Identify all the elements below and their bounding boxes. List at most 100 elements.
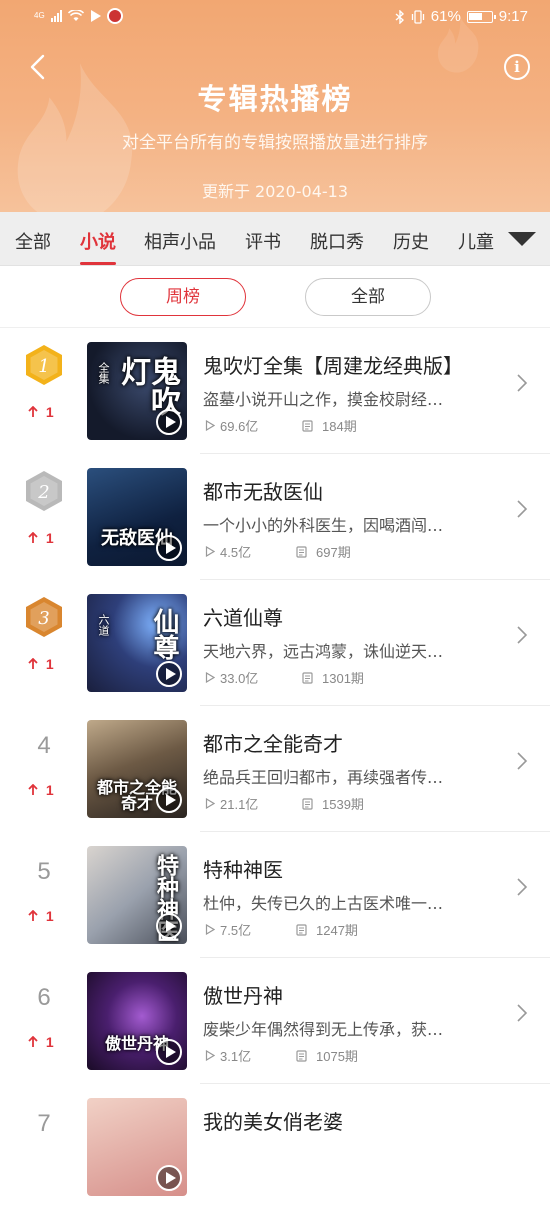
play-count-icon <box>205 1050 215 1061</box>
list-item[interactable]: 4 1 都市之全能奇才 都市之全能奇才 绝品兵王回归都市，再续强者传… 21.1亿… <box>0 706 550 832</box>
cover-subtitle: 六道 <box>97 614 110 636</box>
album-cover[interactable]: 特种神医 <box>87 846 187 944</box>
episode-count: 1075期 <box>296 1046 358 1065</box>
rank-trend: 1 <box>28 404 54 420</box>
network-type-label: 4G <box>34 11 45 20</box>
battery-percent: 61% <box>430 8 461 25</box>
play-icon[interactable] <box>156 1039 182 1065</box>
album-title: 都市无敌医仙 <box>203 480 323 504</box>
bluetooth-icon <box>395 9 404 24</box>
arrow-up-icon <box>28 784 38 795</box>
album-cover[interactable]: 全集 鬼吹灯 <box>87 342 187 440</box>
chevron-right-icon[interactable] <box>516 878 528 896</box>
tab-all[interactable]: 全部 <box>15 228 51 254</box>
play-icon[interactable] <box>156 787 182 813</box>
album-description: 杜仲，失传已久的上古医术唯一… <box>203 894 444 913</box>
update-date: 更新于 2020-04-13 <box>201 182 349 201</box>
svg-text:3: 3 <box>38 608 49 629</box>
episode-list-icon <box>296 1049 307 1062</box>
episode-count-value: 697期 <box>316 545 351 560</box>
album-description: 废柴少年偶然得到无上传承，获… <box>203 1020 444 1039</box>
triangle-down-icon[interactable] <box>508 232 536 246</box>
rank-number: 7 <box>37 1110 51 1137</box>
episode-list-icon <box>302 797 313 810</box>
play-count: 21.1亿 <box>205 794 258 813</box>
play-count: 4.5亿 <box>205 542 251 561</box>
episode-count: 1301期 <box>302 668 364 687</box>
rank-number: 5 <box>37 858 51 885</box>
play-count-icon <box>205 672 215 683</box>
chevron-right-icon[interactable] <box>516 500 528 518</box>
header-banner: 4G 61% 9:17 i 专辑热播榜 对全平台所有的专辑按照播放量进行排序 更… <box>0 0 550 212</box>
episode-count: 184期 <box>302 416 357 435</box>
play-count-icon <box>205 798 215 809</box>
tab-crosstalk[interactable]: 相声小品 <box>144 228 216 254</box>
tab-novel[interactable]: 小说 <box>80 228 116 254</box>
play-count-value: 33.0亿 <box>220 671 259 686</box>
cover-title: 仙尊 <box>149 608 179 660</box>
play-count-value: 21.1亿 <box>220 797 259 812</box>
chevron-right-icon[interactable] <box>516 1004 528 1022</box>
play-icon[interactable] <box>156 1165 182 1191</box>
trend-value: 1 <box>45 782 54 798</box>
tab-pingshu[interactable]: 评书 <box>245 228 281 254</box>
play-icon[interactable] <box>156 913 182 939</box>
chevron-right-icon[interactable] <box>516 626 528 644</box>
tab-talkshow[interactable]: 脱口秀 <box>310 228 364 254</box>
play-count-value: 4.5亿 <box>220 545 252 560</box>
active-tab-indicator <box>80 262 116 265</box>
arrow-up-icon <box>28 910 38 921</box>
episode-count-value: 1539期 <box>322 797 364 812</box>
album-title: 我的美女俏老婆 <box>203 1110 343 1134</box>
cell-signal-icon <box>50 10 62 22</box>
play-count-icon <box>205 924 215 935</box>
play-count: 7.5亿 <box>205 920 251 939</box>
play-icon[interactable] <box>156 661 182 687</box>
battery-icon <box>466 10 496 23</box>
play-count: 3.1亿 <box>205 1046 251 1065</box>
episode-count-value: 1247期 <box>316 923 358 938</box>
album-title: 鬼吹灯全集【周建龙经典版】 <box>203 354 463 378</box>
album-cover[interactable]: 傲世丹神 <box>87 972 187 1070</box>
episode-list-icon <box>296 545 307 558</box>
rank-trend: 1 <box>28 530 54 546</box>
trend-value: 1 <box>45 1034 54 1050</box>
play-icon[interactable] <box>156 409 182 435</box>
album-cover[interactable]: 无敌医仙 <box>87 468 187 566</box>
album-description: 绝品兵王回归都市，再续强者传… <box>203 768 444 787</box>
arrow-up-icon <box>28 532 38 543</box>
rank-trend: 1 <box>28 782 54 798</box>
episode-count: 1247期 <box>296 920 358 939</box>
silver-medal-icon: 2 <box>26 471 62 511</box>
tab-children[interactable]: 儿童 <box>458 228 494 254</box>
play-count-value: 69.6亿 <box>220 419 259 434</box>
album-cover[interactable] <box>87 1098 187 1196</box>
album-title: 都市之全能奇才 <box>203 732 343 756</box>
album-cover[interactable]: 六道 仙尊 <box>87 594 187 692</box>
chevron-right-icon[interactable] <box>516 752 528 770</box>
category-tab-bar: 全部 小说 相声小品 评书 脱口秀 历史 儿童 <box>0 212 550 266</box>
play-count-value: 7.5亿 <box>220 923 252 938</box>
list-item[interactable]: 6 1 傲世丹神 傲世丹神 废柴少年偶然得到无上传承，获… 3.1亿 1075期 <box>0 958 550 1084</box>
list-item[interactable]: 7 我的美女俏老婆 <box>0 1084 550 1210</box>
episode-count: 1539期 <box>302 794 364 813</box>
chevron-right-icon[interactable] <box>516 374 528 392</box>
episode-count-value: 1075期 <box>316 1049 358 1064</box>
svg-text:1: 1 <box>38 356 49 377</box>
rank-trend: 1 <box>28 1034 54 1050</box>
play-icon[interactable] <box>156 535 182 561</box>
rank-trend: 1 <box>28 908 54 924</box>
list-item[interactable]: 1 1 全集 鬼吹灯 鬼吹灯全集【周建龙经典版】 盗墓小说开山之作，摸金校尉经… … <box>0 328 550 454</box>
svg-text:2: 2 <box>37 482 49 503</box>
list-item[interactable]: 5 1 特种神医 特种神医 杜仲，失传已久的上古医术唯一… 7.5亿 1247期 <box>0 832 550 958</box>
trend-value: 1 <box>45 530 54 546</box>
period-weekly-button[interactable]: 周榜 <box>120 278 246 316</box>
list-item[interactable]: 2 1 无敌医仙 都市无敌医仙一个小小的外科医生，因喝酒闯… 4.5亿 697 <box>0 454 550 580</box>
album-cover[interactable]: 都市之全能奇才 <box>87 720 187 818</box>
period-all-button[interactable]: 全部 <box>305 278 431 316</box>
episode-list-icon <box>302 671 313 684</box>
page-subtitle: 对全平台所有的专辑按照播放量进行排序 <box>122 133 428 153</box>
list-item[interactable]: 3 1 六道 仙尊 六道仙尊 天地六界，远古鸿蒙，诛仙逆天… 33.0亿 1301 <box>0 580 550 706</box>
play-count-value: 3.1亿 <box>220 1049 252 1064</box>
tab-history[interactable]: 历史 <box>393 228 429 254</box>
